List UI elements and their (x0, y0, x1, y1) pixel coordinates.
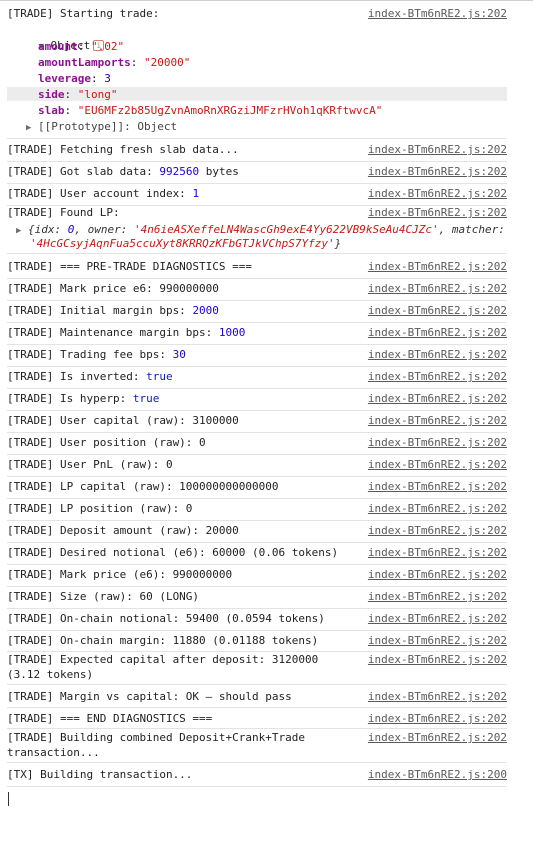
log-message: [TRADE] User account index: 1 (7, 187, 200, 200)
source-link[interactable]: index-BTm6nRE2.js:202 (368, 413, 507, 428)
log-entry: [TRADE] On-chain margin: 11880 (0.01188 … (7, 633, 507, 652)
source-link[interactable]: index-BTm6nRE2.js:202 (368, 523, 507, 538)
log-entry: [TRADE] Initial margin bps: 2000 index-B… (7, 303, 507, 323)
lp-object-preview[interactable]: ▶ {idx: 0, owner: '4n6ieASXeffeLN4WascGh… (16, 223, 516, 238)
log-entry: [TRADE] User PnL (raw): 0 index-BTm6nRE2… (7, 457, 507, 477)
log-message: [TRADE] Got slab data: 992560 bytes (7, 165, 239, 178)
log-message: [TRADE] Margin vs capital: OK — should p… (7, 690, 292, 703)
log-entry: [TRADE] Is inverted: true index-BTm6nRE2… (7, 369, 507, 389)
source-link[interactable]: index-BTm6nRE2.js:202 (368, 281, 507, 296)
lp-object-preview-cont: '4HcGCsyjAqnFua5ccuXyt8KRRQzKFbGTJkVChpS… (30, 237, 342, 250)
log-entry: [TRADE] LP capital (raw): 10000000000000… (7, 479, 507, 499)
log-message: [TRADE] Maintenance margin bps: 1000 (7, 326, 246, 339)
object-property: amount: ".02" (38, 40, 125, 53)
object-property: amountLamports: "20000" (38, 56, 191, 69)
source-link[interactable]: index-BTm6nRE2.js:202 (368, 545, 507, 560)
log-entry: [TRADE] Mark price (e6): 990000000 index… (7, 567, 507, 587)
log-entry: [TRADE] User account index: 1 index-BTm6… (7, 186, 507, 206)
log-message: [TRADE] Is hyperp: true (7, 392, 160, 405)
log-entry: [TRADE] LP position (raw): 0 index-BTm6n… (7, 501, 507, 521)
source-link[interactable]: index-BTm6nRE2.js:202 (368, 6, 507, 21)
prototype-entry[interactable]: ▶ [[Prototype]]: Object (26, 119, 177, 136)
log-entry: [TRADE] Trading fee bps: 30 index-BTm6nR… (7, 347, 507, 367)
log-message: [TRADE] On-chain margin: 11880 (0.01188 … (7, 634, 319, 647)
source-link[interactable]: index-BTm6nRE2.js:202 (368, 633, 507, 648)
log-message: [TRADE] Fetching fresh slab data... (7, 143, 239, 156)
log-message: [TX] Building transaction... (7, 768, 193, 781)
log-message: [TRADE] Expected capital after deposit: … (7, 653, 319, 681)
log-message: [TRADE] Initial margin bps: 2000 (7, 304, 219, 317)
source-link[interactable]: index-BTm6nRE2.js:202 (368, 711, 507, 726)
log-message: [TRADE] Starting trade: (7, 7, 160, 20)
source-link[interactable]: index-BTm6nRE2.js:202 (368, 567, 507, 582)
log-message: [TRADE] On-chain notional: 59400 (0.0594… (7, 612, 325, 625)
log-message: [TRADE] LP capital (raw): 10000000000000… (7, 480, 279, 493)
source-link[interactable]: index-BTm6nRE2.js:202 (368, 457, 507, 472)
log-entry: [TRADE] === PRE-TRADE DIAGNOSTICS === in… (7, 259, 507, 279)
source-link[interactable]: index-BTm6nRE2.js:202 (368, 501, 507, 516)
log-entry: [TRADE] User position (raw): 0 index-BTm… (7, 435, 507, 455)
source-link[interactable]: index-BTm6nRE2.js:202 (368, 369, 507, 384)
log-message: [TRADE] Mark price e6: 990000000 (7, 282, 219, 295)
source-link[interactable]: index-BTm6nRE2.js:202 (368, 325, 507, 340)
log-entry: [TRADE] Mark price e6: 990000000 index-B… (7, 281, 507, 301)
log-message: [TRADE] User position (raw): 0 (7, 436, 206, 449)
log-entry: [TRADE] User capital (raw): 3100000 inde… (7, 413, 507, 433)
source-link[interactable]: index-BTm6nRE2.js:202 (368, 303, 507, 318)
log-message: [TRADE] Size (raw): 60 (LONG) (7, 590, 200, 603)
source-link[interactable]: index-BTm6nRE2.js:202 (368, 142, 507, 157)
object-property: leverage: 3 (38, 72, 111, 85)
log-entry: [TRADE] On-chain notional: 59400 (0.0594… (7, 611, 507, 631)
object-property: side: "long" (38, 88, 118, 101)
source-link[interactable]: index-BTm6nRE2.js:200 (368, 767, 507, 782)
source-link[interactable]: index-BTm6nRE2.js:202 (368, 689, 507, 704)
console-input-cursor[interactable] (8, 792, 9, 806)
object-property: slab: "EU6MFz2b85UgZvnAmoRnXRGziJMFzrHVo… (38, 104, 383, 117)
console-top-border (0, 0, 533, 1)
log-message: [TRADE] Deposit amount (raw): 20000 (7, 524, 239, 537)
log-message: [TRADE] Is inverted: true (7, 370, 173, 383)
source-link[interactable]: index-BTm6nRE2.js:202 (368, 730, 507, 745)
log-message: [TRADE] Found LP: (7, 206, 120, 219)
log-message: [TRADE] User PnL (raw): 0 (7, 458, 173, 471)
log-entry: [TRADE] Expected capital after deposit: … (7, 652, 507, 685)
log-entry: [TRADE] Deposit amount (raw): 20000 inde… (7, 523, 507, 543)
source-link[interactable]: index-BTm6nRE2.js:202 (368, 611, 507, 626)
expand-triangle-icon[interactable]: ▶ (16, 226, 21, 236)
log-message: [TRADE] LP position (raw): 0 (7, 502, 193, 515)
source-link[interactable]: index-BTm6nRE2.js:202 (368, 391, 507, 406)
log-message: [TRADE] Trading fee bps: 30 (7, 348, 186, 361)
log-entry: [TRADE] Got slab data: 992560 bytes inde… (7, 164, 507, 184)
source-link[interactable]: index-BTm6nRE2.js:202 (368, 479, 507, 494)
log-entry: [TRADE] Margin vs capital: OK — should p… (7, 689, 507, 708)
source-link[interactable]: index-BTm6nRE2.js:202 (368, 589, 507, 604)
source-link[interactable]: index-BTm6nRE2.js:202 (368, 259, 507, 274)
log-entry: [TRADE] === END DIAGNOSTICS === index-BT… (7, 711, 507, 729)
log-message: [TRADE] Mark price (e6): 990000000 (7, 568, 233, 581)
source-link[interactable]: index-BTm6nRE2.js:202 (368, 347, 507, 362)
log-message: [TRADE] Desired notional (e6): 60000 (0.… (7, 546, 339, 559)
source-link[interactable]: index-BTm6nRE2.js:202 (368, 652, 507, 667)
log-message: [TRADE] === END DIAGNOSTICS === (7, 712, 213, 725)
log-entry: [TX] Building transaction... index-BTm6n… (7, 767, 507, 787)
source-link[interactable]: index-BTm6nRE2.js:202 (368, 164, 507, 179)
log-message: [TRADE] === PRE-TRADE DIAGNOSTICS === (7, 260, 253, 273)
log-entry: [TRADE] Maintenance margin bps: 1000 ind… (7, 325, 507, 345)
log-entry: [TRADE] Fetching fresh slab data... inde… (7, 142, 507, 162)
log-message: [TRADE] Building combined Deposit+Crank+… (7, 731, 306, 759)
source-link[interactable]: index-BTm6nRE2.js:202 (368, 186, 507, 201)
source-link[interactable]: index-BTm6nRE2.js:202 (368, 205, 507, 220)
log-entry: [TRADE] Building combined Deposit+Crank+… (7, 730, 507, 763)
expand-triangle-icon[interactable]: ▶ (26, 123, 31, 133)
log-message: [TRADE] User capital (raw): 3100000 (7, 414, 239, 427)
log-entry: [TRADE] Desired notional (e6): 60000 (0.… (7, 545, 507, 565)
source-link[interactable]: index-BTm6nRE2.js:202 (368, 435, 507, 450)
log-entry: [TRADE] Size (raw): 60 (LONG) index-BTm6… (7, 589, 507, 609)
log-entry: [TRADE] Is hyperp: true index-BTm6nRE2.j… (7, 391, 507, 411)
